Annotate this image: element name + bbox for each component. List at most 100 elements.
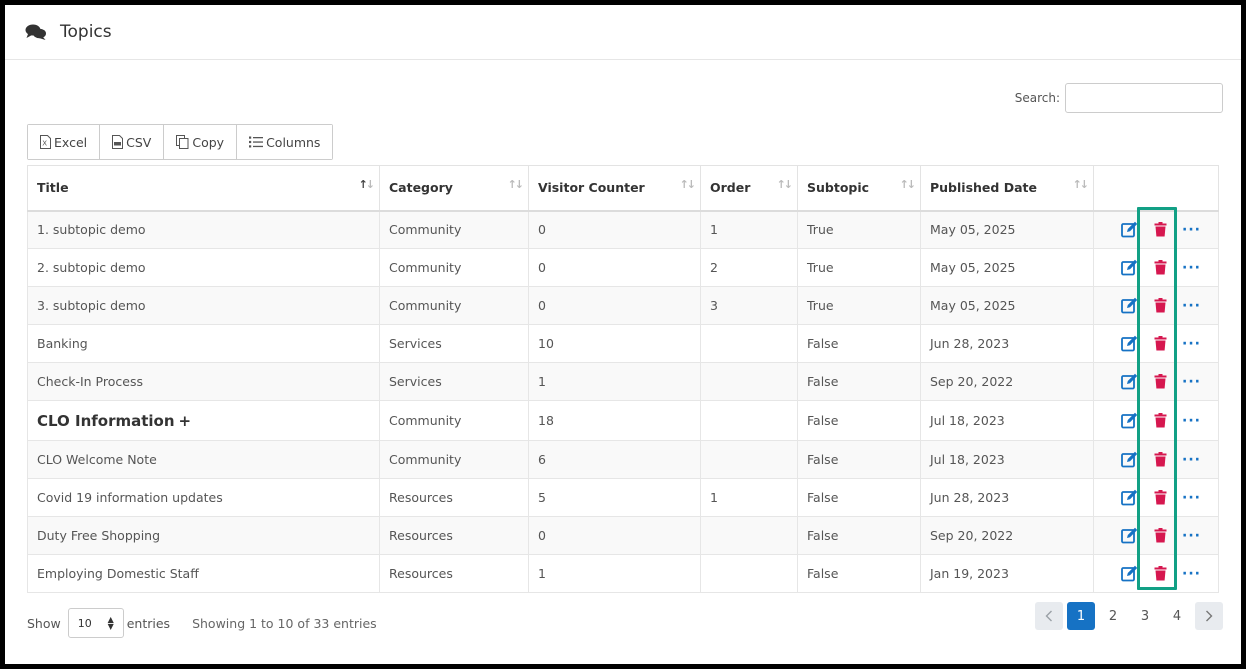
trash-icon[interactable]: [1145, 525, 1176, 547]
edit-icon[interactable]: [1114, 219, 1145, 241]
edit-icon[interactable]: [1114, 371, 1145, 393]
cell-visitor-counter: 0: [528, 248, 701, 287]
edit-icon[interactable]: [1114, 487, 1145, 509]
cell-order: [700, 324, 798, 363]
edit-icon[interactable]: [1114, 257, 1145, 279]
cell-published-date: May 05, 2025: [920, 286, 1094, 325]
cell-visitor-counter: 1: [528, 362, 701, 401]
cell-category: Resources: [379, 516, 529, 555]
cell-actions: ···: [1093, 210, 1219, 249]
cell-order: 2: [700, 248, 798, 287]
columns-button[interactable]: Columns: [237, 125, 333, 159]
cell-visitor-counter: 6: [528, 440, 701, 479]
trash-icon[interactable]: [1145, 219, 1176, 241]
show-label: Show: [27, 615, 61, 631]
cell-actions: ···: [1093, 478, 1219, 517]
expand-toggle[interactable]: +: [179, 412, 192, 430]
more-options-icon[interactable]: ···: [1176, 219, 1207, 241]
comments-icon: [25, 23, 47, 41]
edit-icon[interactable]: [1114, 449, 1145, 471]
cell-title: Covid 19 information updates: [27, 478, 380, 517]
trash-icon[interactable]: [1145, 371, 1176, 393]
excel-label: Excel: [54, 134, 88, 150]
cell-actions: ···: [1093, 324, 1219, 363]
previous-page-button[interactable]: [1035, 602, 1063, 630]
topics-table: Title ↑↓ Category ↑↓ Visitor Counter ↑↓ Ord…: [27, 165, 1219, 593]
cell-category: Community: [379, 286, 529, 325]
edit-icon[interactable]: [1114, 333, 1145, 355]
column-header-title[interactable]: Title ↑↓: [27, 165, 380, 212]
select-arrows-icon: ▲ ▼: [107, 615, 114, 631]
column-header-published-date[interactable]: Published Date ↑↓: [920, 165, 1094, 212]
cell-visitor-counter: 0: [528, 286, 701, 325]
more-options-icon[interactable]: ···: [1176, 449, 1207, 471]
more-options-icon[interactable]: ···: [1176, 410, 1207, 432]
page-length-select[interactable]: 10 ▲ ▼: [67, 608, 124, 638]
table-row: 3. subtopic demo Community 0 3 True May 05, 2…: [27, 286, 1219, 325]
trash-icon[interactable]: [1145, 333, 1176, 355]
next-page-button[interactable]: [1195, 602, 1223, 630]
row-title: CLO Information: [37, 411, 175, 430]
cell-order: 1: [700, 478, 798, 517]
search-label: Search:: [1014, 91, 1060, 105]
cell-order: [700, 400, 798, 441]
more-options-icon[interactable]: ···: [1176, 295, 1207, 317]
cell-subtopic: False: [797, 516, 921, 555]
trash-icon[interactable]: [1145, 295, 1176, 317]
cell-visitor-counter: 0: [528, 210, 701, 249]
more-options-icon[interactable]: ···: [1176, 563, 1207, 585]
cell-published-date: Sep 20, 2022: [920, 362, 1094, 401]
pagination: 1 2 3 4: [1035, 602, 1223, 630]
edit-icon[interactable]: [1114, 295, 1145, 317]
column-header-order[interactable]: Order ↑↓: [700, 165, 798, 212]
more-options-icon[interactable]: ···: [1176, 487, 1207, 509]
trash-icon[interactable]: [1145, 257, 1176, 279]
cell-visitor-counter: 0: [528, 516, 701, 555]
edit-icon[interactable]: [1114, 563, 1145, 585]
copy-button[interactable]: Copy: [164, 125, 238, 159]
page-button-4[interactable]: 4: [1163, 602, 1191, 630]
trash-icon[interactable]: [1145, 410, 1176, 432]
entries-label: entries: [126, 615, 171, 631]
cell-order: 1: [700, 210, 798, 249]
export-toolbar: X Excel CSV Copy Columns: [27, 124, 334, 160]
edit-icon[interactable]: [1114, 525, 1145, 547]
panel-header: Topics: [5, 5, 1241, 60]
csv-button[interactable]: CSV: [100, 125, 165, 159]
table-row: 2. subtopic demo Community 0 2 True May 05, 2…: [27, 248, 1219, 287]
cell-subtopic: False: [797, 554, 921, 593]
table-length-info: Show 10 ▲ ▼ entries Showing 1 to 10 of 33…: [27, 608, 377, 638]
columns-label: Columns: [266, 134, 321, 150]
trash-icon[interactable]: [1145, 563, 1176, 585]
table-row: Duty Free Shopping Resources 0 False Sep 20,…: [27, 516, 1219, 555]
cell-visitor-counter: 5: [528, 478, 701, 517]
column-header-visitor-counter[interactable]: Visitor Counter ↑↓: [528, 165, 701, 212]
more-options-icon[interactable]: ···: [1176, 525, 1207, 547]
search-container: Search:: [1015, 83, 1223, 113]
cell-title: CLO Welcome Note: [27, 440, 380, 479]
search-input[interactable]: [1065, 83, 1223, 113]
cell-title: 2. subtopic demo: [27, 248, 380, 287]
trash-icon[interactable]: [1145, 449, 1176, 471]
cell-category: Services: [379, 324, 529, 363]
cell-title: 3. subtopic demo: [27, 286, 380, 325]
more-options-icon[interactable]: ···: [1176, 371, 1207, 393]
page-button-3[interactable]: 3: [1131, 602, 1159, 630]
copy-label: Copy: [192, 134, 225, 150]
cell-subtopic: False: [797, 478, 921, 517]
edit-icon[interactable]: [1114, 410, 1145, 432]
more-options-icon[interactable]: ···: [1176, 333, 1207, 355]
trash-icon[interactable]: [1145, 487, 1176, 509]
page-button-1[interactable]: 1: [1067, 602, 1095, 630]
list-icon: [249, 136, 264, 148]
more-options-icon[interactable]: ···: [1176, 257, 1207, 279]
excel-button[interactable]: X Excel: [28, 125, 101, 159]
table-row: CLO Welcome Note Community 6 False Jul 18, 2…: [27, 440, 1219, 479]
table-row: Covid 19 information updates Resources 5 1 F…: [27, 478, 1219, 517]
page-button-2[interactable]: 2: [1099, 602, 1127, 630]
column-header-subtopic[interactable]: Subtopic ↑↓: [797, 165, 921, 212]
column-header-category[interactable]: Category ↑↓: [379, 165, 529, 212]
cell-subtopic: True: [797, 248, 921, 287]
table-header-row: Title ↑↓ Category ↑↓ Visitor Counter ↑↓ Ord…: [27, 165, 1219, 212]
cell-order: [700, 554, 798, 593]
